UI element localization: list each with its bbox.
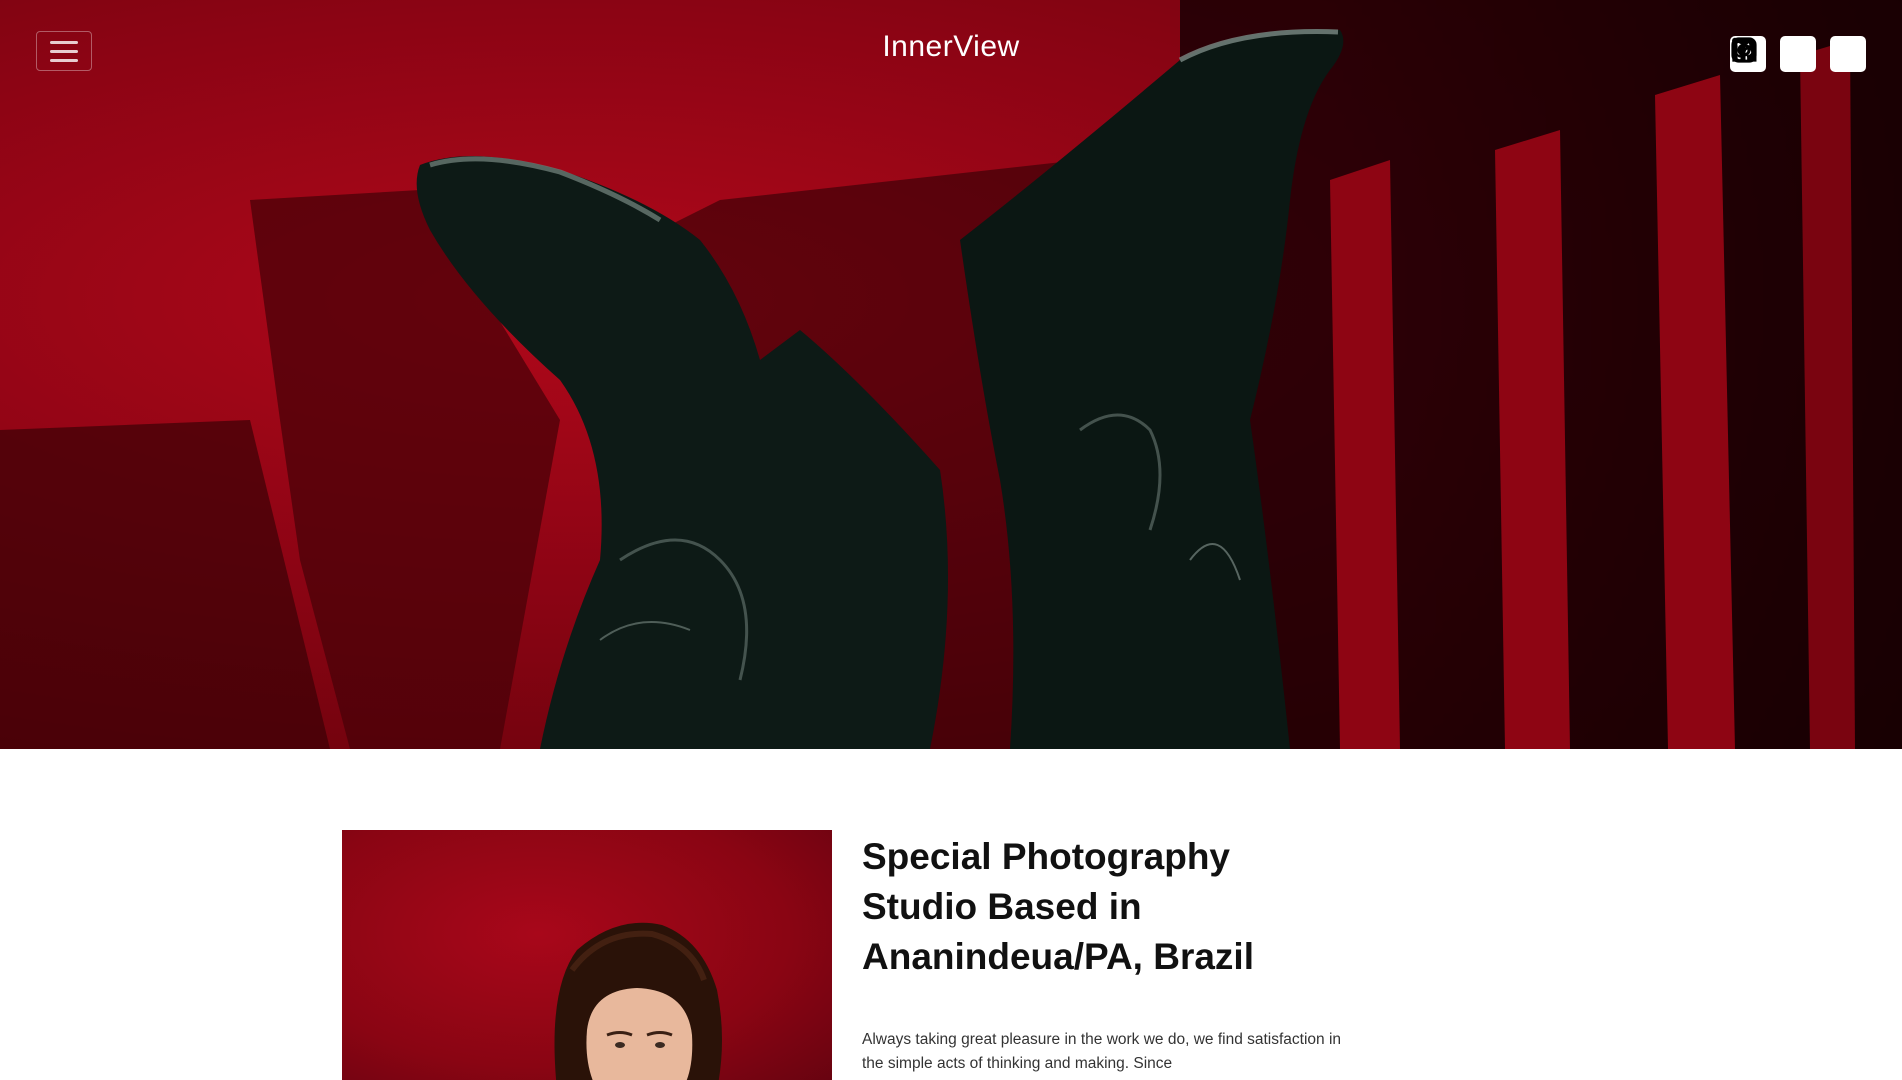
portrait-image (554, 922, 722, 1080)
navbar: InnerView (0, 0, 1902, 100)
about-heading: Special Photography Studio Based in Anan… (862, 836, 1254, 977)
about-section: Special Photography Studio Based in Anan… (0, 749, 1902, 1080)
about-paragraph: Always taking great pleasure in the work… (862, 1031, 1342, 1072)
instagram-link[interactable] (1731, 36, 1866, 72)
social-links (1730, 36, 1866, 72)
page: InnerView Special Photography Studio Bas… (0, 0, 1902, 1080)
hero-image (0, 0, 1902, 749)
brand-title: InnerView (0, 30, 1902, 64)
portrait-photo (342, 830, 832, 1080)
brand-link[interactable]: InnerView (882, 30, 1019, 63)
linkedin-link[interactable] (1732, 36, 1816, 72)
instagram-icon (1731, 37, 1757, 63)
hero-section: InnerView (0, 0, 1902, 749)
